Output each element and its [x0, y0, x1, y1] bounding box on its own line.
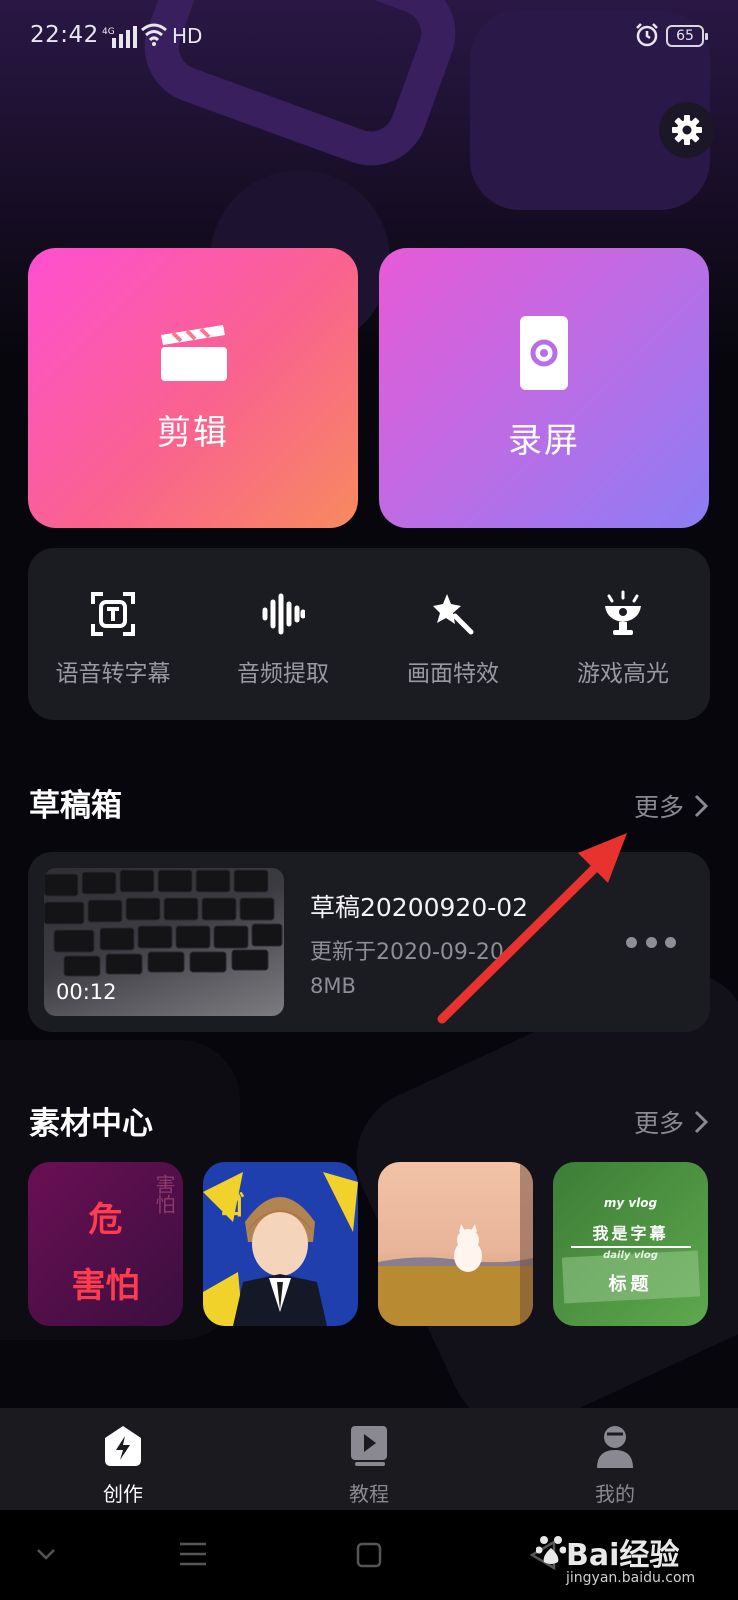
- material-text: my vlog: [603, 1196, 658, 1210]
- video-book-icon: [351, 1426, 387, 1466]
- draft-size: 8MB: [310, 974, 356, 998]
- gear-icon: [672, 115, 702, 145]
- material-text: 我是字幕: [592, 1224, 669, 1243]
- material-item-vlog-subtitle[interactable]: my vlog 我是字幕 daily vlog 标题: [553, 1162, 708, 1326]
- screen-record-card-button[interactable]: 录屏: [379, 248, 709, 528]
- hd-indicator: HD: [172, 24, 203, 48]
- tools-panel: 语音转字幕 音频提取 画面特效 游戏高光: [28, 548, 710, 720]
- divider: [571, 1246, 691, 1248]
- materials-title: 素材中心: [29, 1106, 153, 1142]
- tab-label: 教程: [349, 1482, 389, 1506]
- chevron-right-icon: [694, 794, 708, 818]
- material-text: daily vlog: [603, 1250, 658, 1261]
- home-icon[interactable]: [356, 1542, 382, 1568]
- status-bar: 22:42 4G HD 65: [0, 0, 738, 74]
- materials-more-link[interactable]: 更多: [634, 1104, 708, 1140]
- edit-label: 剪辑: [157, 412, 229, 453]
- tool-label: 音频提取: [237, 661, 329, 687]
- tool-label: 游戏高光: [577, 661, 669, 687]
- tool-game-highlight[interactable]: 游戏高光: [538, 588, 708, 688]
- material-item-anime-character[interactable]: ゴ: [203, 1162, 358, 1326]
- clapperboard-icon: [161, 324, 227, 381]
- cellular-signal-icon: 4G: [102, 26, 137, 48]
- tab-label: 我的: [595, 1482, 635, 1506]
- wifi-icon: [141, 23, 167, 46]
- tab-create[interactable]: 创作: [0, 1408, 246, 1510]
- tool-label: 语音转字幕: [55, 661, 171, 687]
- text-recognition-icon: [91, 592, 135, 636]
- annotation-arrow: [437, 833, 627, 1024]
- bottom-tab-bar: 创作 教程 我的: [0, 1408, 738, 1510]
- tool-audio-extract[interactable]: 音频提取: [198, 588, 368, 688]
- tab-mine[interactable]: 我的: [492, 1408, 738, 1510]
- magic-wand-icon: [433, 594, 474, 635]
- settings-button[interactable]: [659, 102, 715, 158]
- edit-card-button[interactable]: 剪辑: [28, 248, 358, 528]
- lightning-icon: [105, 1426, 141, 1466]
- cat-scene-image: [378, 1162, 533, 1326]
- more-label: 更多: [633, 793, 684, 822]
- trophy-icon: [605, 590, 641, 635]
- screen-record-label: 录屏: [508, 420, 580, 461]
- tab-label: 创作: [103, 1482, 143, 1506]
- menu-icon[interactable]: [180, 1542, 206, 1566]
- material-text: ゴ: [219, 1192, 246, 1222]
- dot-icon: [645, 936, 657, 948]
- more-label: 更多: [633, 1109, 684, 1138]
- material-text: 害怕: [71, 1266, 140, 1306]
- tool-speech-to-subtitle[interactable]: 语音转字幕: [28, 588, 198, 688]
- dot-icon: [665, 936, 676, 948]
- baidu-watermark: Bai经验 jingyan.baidu.com: [536, 1530, 726, 1592]
- status-time: 22:42: [30, 22, 99, 48]
- tool-label: 画面特效: [407, 661, 499, 687]
- material-side-text: 害怕: [152, 1174, 176, 1214]
- network-type: 4G: [102, 27, 115, 37]
- draft-duration: 00:12: [56, 980, 117, 1004]
- watermark-url: jingyan.baidu.com: [566, 1570, 696, 1586]
- tab-tutorial[interactable]: 教程: [246, 1408, 492, 1510]
- drafts-title: 草稿箱: [29, 788, 122, 824]
- drafts-more-link[interactable]: 更多: [634, 788, 708, 824]
- chevron-down-icon[interactable]: [36, 1548, 56, 1560]
- material-text: 标题: [608, 1274, 653, 1295]
- watermark-brand: Bai经验: [566, 1538, 680, 1573]
- screen-record-icon: [520, 315, 568, 390]
- material-item-cat-scene[interactable]: [378, 1162, 533, 1326]
- audio-wave-icon: [262, 593, 305, 635]
- battery-indicator: 65: [666, 25, 708, 47]
- draft-thumbnail: 00:12: [44, 868, 284, 1016]
- paw-logo-icon: [536, 1536, 566, 1564]
- user-icon: [597, 1426, 633, 1468]
- alarm-icon: [636, 23, 658, 47]
- tool-visual-effects[interactable]: 画面特效: [368, 588, 538, 688]
- chevron-right-icon: [694, 1110, 708, 1134]
- material-item-scary-text[interactable]: 危 害怕 害怕: [28, 1162, 183, 1326]
